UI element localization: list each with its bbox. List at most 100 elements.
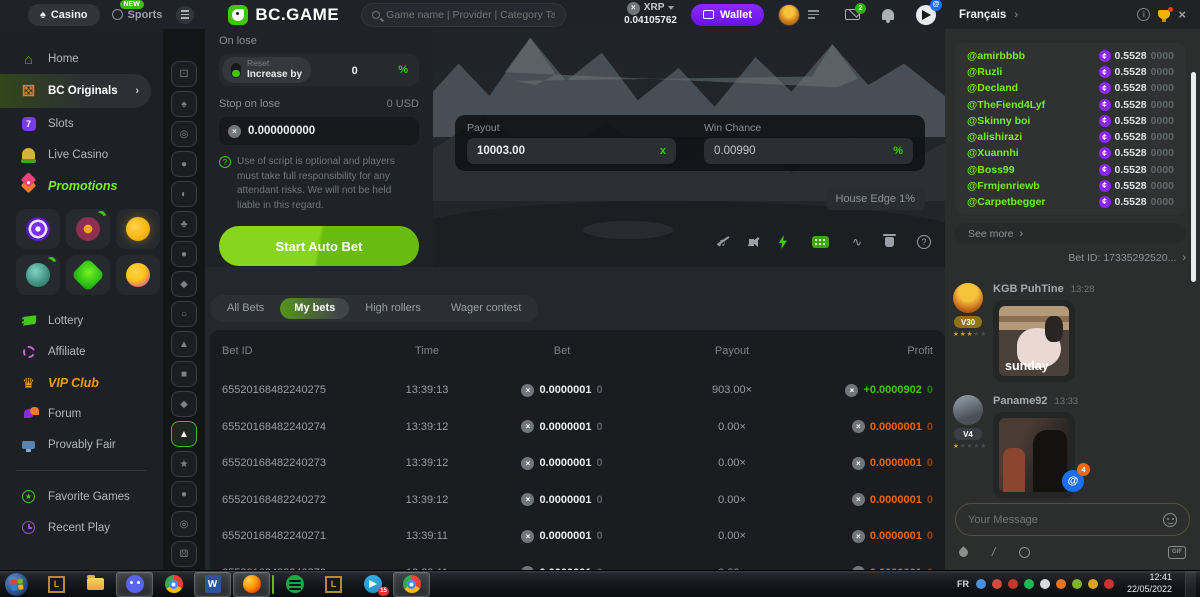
taskbar-item-telegram[interactable]: 15 — [354, 572, 391, 597]
game-search[interactable] — [361, 3, 566, 27]
tray-chart-icon[interactable] — [1072, 579, 1082, 589]
game-strip-item[interactable]: ◎ — [171, 121, 197, 147]
message-username[interactable]: KGB PuhTine — [993, 283, 1064, 295]
sidebar-item-home[interactable]: ⌂ Home — [0, 43, 163, 74]
turbo-bolt-icon[interactable] — [777, 235, 789, 249]
sports-toggle[interactable]: NEW Sports — [112, 9, 163, 21]
mention-button[interactable]: @ 4 — [1062, 470, 1084, 492]
sidebar-item-vip-club[interactable]: ♛ VIP Club — [0, 367, 163, 398]
game-strip-item[interactable]: ○ — [171, 301, 197, 327]
hotkeys-icon[interactable] — [812, 236, 829, 248]
commands-icon[interactable]: / — [992, 545, 995, 559]
coin-drop-icon[interactable] — [1019, 547, 1030, 558]
message-input[interactable] — [968, 514, 1163, 526]
see-more-button[interactable]: See more › — [955, 223, 1186, 244]
table-row[interactable]: 65520168482240270 13:39:11 ×0.00000010 0… — [222, 555, 933, 571]
rain-icon[interactable] — [957, 546, 970, 559]
table-row[interactable]: 65520168482240274 13:39:12 ×0.00000010 0… — [222, 409, 933, 446]
chat-rules-icon[interactable]: i — [1137, 8, 1150, 21]
avatar[interactable] — [953, 395, 983, 425]
username[interactable]: @Carpetbegger — [967, 196, 1046, 208]
tray-language[interactable]: FR — [957, 579, 969, 589]
sidebar-item-favorite-games[interactable]: ★ Favorite Games — [0, 481, 163, 512]
avatar[interactable] — [953, 283, 983, 313]
mail-icon[interactable]: 2 — [845, 9, 860, 20]
notifications-bell-icon[interactable] — [882, 9, 894, 20]
trophy-icon[interactable] — [1158, 10, 1170, 19]
chat-toggle-icon[interactable]: @ — [916, 5, 936, 25]
wallet-button[interactable]: Wallet — [691, 4, 764, 26]
reset-option[interactable]: Reset — [247, 59, 302, 69]
sidebar-item-live-casino[interactable]: Live Casino — [0, 139, 163, 170]
increase-by-option[interactable]: Increase by — [247, 69, 302, 81]
game-strip-item[interactable]: ■ — [171, 361, 197, 387]
tab-all-bets[interactable]: All Bets — [213, 298, 278, 319]
show-desktop-button[interactable] — [1185, 571, 1196, 597]
username[interactable]: @Frmjenriewb — [967, 180, 1040, 192]
sidebar-item-provably-fair[interactable]: Provably Fair — [0, 429, 163, 460]
list-item[interactable]: @TheFiend4Lyf¢0.55280000 — [967, 97, 1174, 113]
taskbar-item-chrome[interactable] — [155, 572, 192, 597]
tray-volume-icon[interactable] — [1040, 579, 1050, 589]
table-row[interactable]: 65520168482240275 13:39:13 ×0.00000010 9… — [222, 372, 933, 409]
live-stats-icon[interactable]: ∿ — [852, 235, 862, 249]
bet-id-link[interactable]: Bet ID: 17335292520... › — [1068, 252, 1186, 264]
table-row[interactable]: 65520168482240272 13:39:12 ×0.00000010 0… — [222, 482, 933, 519]
game-strip-item[interactable]: ◆ — [171, 271, 197, 297]
username[interactable]: @Xuannhi — [967, 147, 1019, 159]
gif-bubble[interactable]: sunday — [993, 300, 1075, 382]
username[interactable]: @Skinny boi — [967, 115, 1030, 127]
promo-tile-rocket[interactable] — [16, 255, 60, 295]
game-strip-item[interactable]: ⚄ — [171, 541, 197, 567]
promo-tile-piggy[interactable] — [116, 209, 160, 249]
on-lose-value-input[interactable] — [335, 65, 375, 77]
reset-increase-toggle[interactable]: Reset Increase by — [222, 57, 311, 83]
emoji-icon[interactable] — [1163, 513, 1177, 527]
stop-on-lose-field[interactable]: × — [219, 117, 419, 145]
promo-tile-deals[interactable] — [66, 255, 110, 295]
game-strip-item[interactable]: ♠ — [171, 91, 197, 117]
game-strip-item[interactable]: ◆ — [171, 391, 197, 417]
list-item[interactable]: @alishirazi¢0.55280000 — [967, 129, 1174, 145]
promo-tile-spin[interactable] — [16, 209, 60, 249]
payout-input[interactable] — [477, 145, 617, 157]
game-strip-item-active[interactable]: ▲ — [171, 421, 197, 447]
win-chance-field[interactable]: % — [704, 138, 913, 164]
username[interactable]: @alishirazi — [967, 131, 1022, 143]
game-strip-item[interactable]: ● — [171, 481, 197, 507]
game-strip-item[interactable]: ♣ — [171, 211, 197, 237]
start-button[interactable] — [5, 573, 28, 596]
start-auto-bet-button[interactable]: Start Auto Bet — [219, 226, 419, 266]
tray-updates-icon[interactable] — [1088, 579, 1098, 589]
bet-slip-icon[interactable] — [808, 10, 819, 19]
stop-on-lose-input[interactable] — [248, 125, 398, 137]
chat-scrollbar[interactable] — [1191, 72, 1196, 282]
list-item[interactable]: @Carpetbegger¢0.55280000 — [967, 194, 1174, 210]
taskbar-item-word[interactable]: W — [194, 572, 231, 597]
list-item[interactable]: @Frmjenriewb¢0.55280000 — [967, 178, 1174, 194]
list-item[interactable]: @Decland¢0.55280000 — [967, 80, 1174, 96]
sidebar-item-forum[interactable]: Forum — [0, 398, 163, 429]
tray-vlc-icon[interactable] — [1056, 579, 1066, 589]
payout-field[interactable]: x — [467, 138, 676, 164]
sidebar-item-lottery[interactable]: Lottery — [0, 305, 163, 336]
username[interactable]: @Ruzli — [967, 66, 1002, 78]
music-muted-icon[interactable]: ♫ — [717, 235, 726, 249]
balance-selector[interactable]: × XRP 0.04105762 — [624, 2, 677, 28]
tray-network-icon[interactable] — [976, 579, 986, 589]
game-strip-item[interactable]: ▲ — [171, 331, 197, 357]
table-row[interactable]: 65520168482240273 13:39:12 ×0.00000010 0… — [222, 445, 933, 482]
game-strip-item[interactable]: ● — [171, 241, 197, 267]
tray-discord-icon[interactable] — [992, 579, 1002, 589]
list-item[interactable]: @Ruzli¢0.55280000 — [967, 64, 1174, 80]
logo[interactable]: BC.GAME — [228, 5, 339, 25]
sidebar-item-recent-play[interactable]: Recent Play — [0, 512, 163, 543]
taskbar-item-firefox[interactable] — [233, 572, 270, 597]
more-menu-button[interactable] — [176, 6, 194, 24]
sound-muted-icon[interactable] — [749, 239, 754, 246]
win-chance-input[interactable] — [714, 145, 854, 157]
username[interactable]: @Decland — [967, 82, 1018, 94]
tab-wager-contest[interactable]: Wager contest — [437, 298, 536, 319]
game-strip-item[interactable]: ● — [171, 151, 197, 177]
sidebar-item-promotions[interactable]: Promotions — [0, 170, 163, 201]
